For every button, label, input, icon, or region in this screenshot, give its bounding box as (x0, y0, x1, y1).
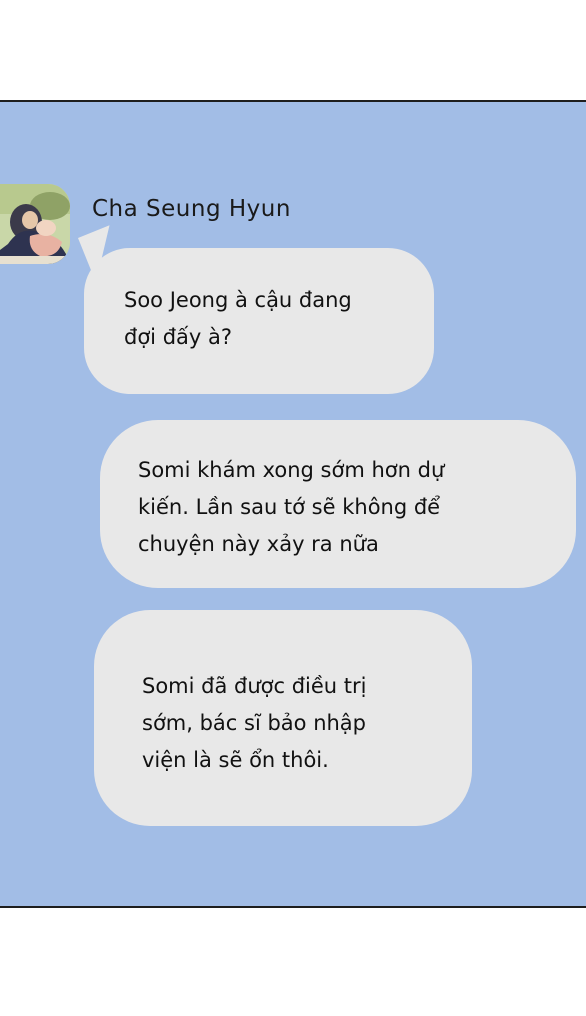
message-line: sớm, bác sĩ bảo nhập (142, 711, 367, 735)
message-bubble: Soo Jeong à cậu đang đợi đấy à? (84, 248, 434, 394)
message-bubble: Somi khám xong sớm hơn dự kiến. Lần sau … (100, 420, 576, 588)
message-line: kiến. Lần sau tớ sẽ không để (138, 495, 441, 519)
message-line: Somi khám xong sớm hơn dự (138, 458, 445, 482)
message-line: viện là sẽ ổn thôi. (142, 748, 329, 772)
message-line: Somi đã được điều trị (142, 674, 367, 698)
message-line: Soo Jeong à cậu đang (124, 288, 352, 312)
avatar-image (0, 184, 70, 264)
message-line: đợi đấy à? (124, 325, 233, 349)
message-bubble: Somi đã được điều trị sớm, bác sĩ bảo nh… (94, 610, 472, 826)
sender-name: Cha Seung Hyun (92, 196, 291, 222)
page: Cha Seung Hyun Soo Jeong à cậu đang đợi … (0, 0, 586, 1016)
avatar[interactable] (0, 184, 70, 264)
message-line: chuyện này xảy ra nữa (138, 532, 379, 556)
